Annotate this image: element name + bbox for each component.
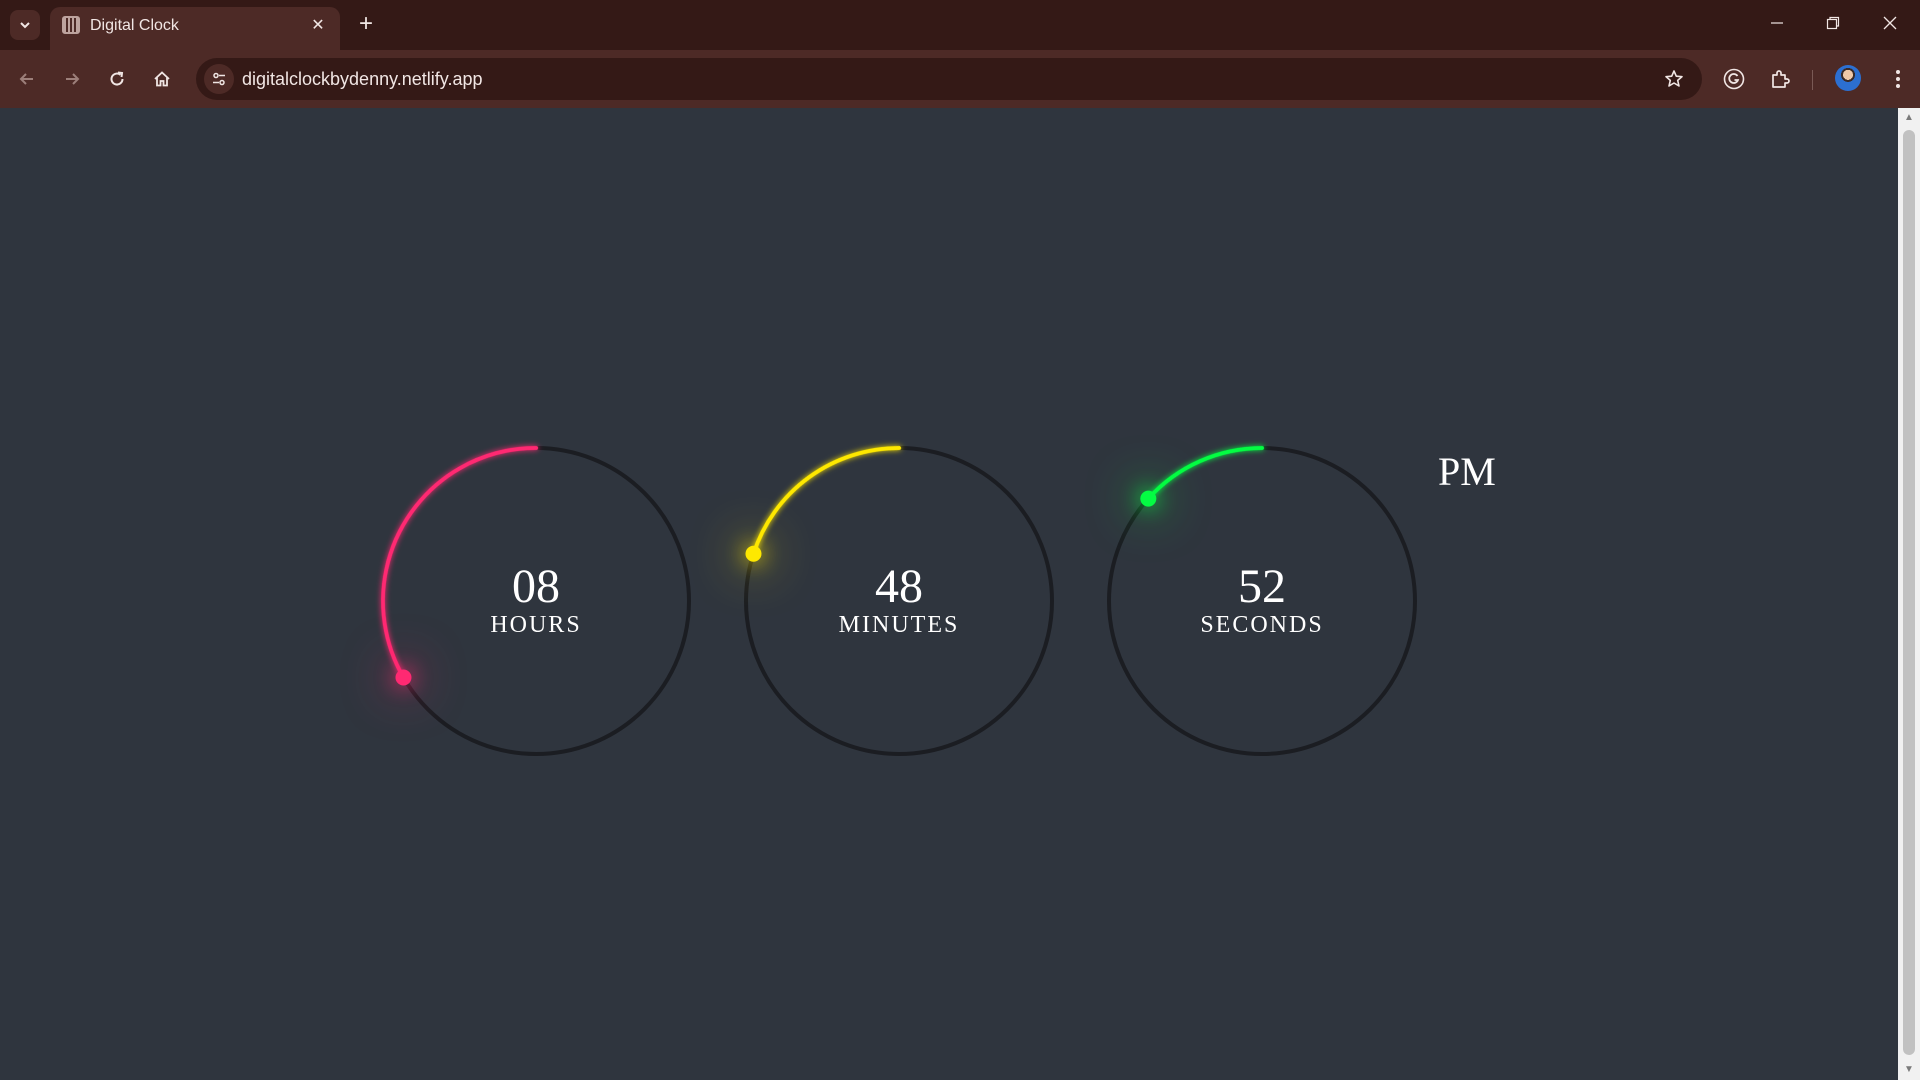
tab-search-button[interactable]: [10, 10, 40, 40]
scroll-thumb[interactable]: [1903, 130, 1915, 1055]
restore-button[interactable]: [1813, 8, 1853, 38]
grammarly-icon: [1723, 68, 1745, 90]
hours-label: HOURS: [490, 612, 582, 638]
profile-avatar[interactable]: [1835, 65, 1861, 91]
seconds-dial: 52 SECONDS: [1102, 441, 1422, 761]
ampm-indicator: PM: [1438, 449, 1496, 494]
seconds-value: 52: [1238, 560, 1286, 613]
hours-dial: 08 HOURS: [376, 441, 696, 761]
tab-digital-clock[interactable]: Digital Clock ✕: [50, 7, 340, 50]
more-vertical-icon: [1896, 70, 1900, 88]
scroll-down-arrow-icon[interactable]: ▼: [1903, 1064, 1915, 1076]
back-button[interactable]: [12, 64, 42, 94]
tab-strip: Digital Clock ✕ +: [0, 0, 1920, 50]
minutes-value: 48: [875, 560, 923, 613]
new-tab-button[interactable]: +: [352, 10, 380, 38]
favicon-icon: [62, 16, 80, 34]
puzzle-icon: [1772, 70, 1790, 88]
url-text[interactable]: digitalclockbydenny.netlify.app: [242, 69, 482, 90]
close-window-button[interactable]: [1870, 8, 1910, 38]
grammarly-extension-button[interactable]: [1719, 64, 1749, 94]
tab-title: Digital Clock: [90, 17, 179, 34]
close-icon[interactable]: ✕: [308, 16, 328, 36]
close-icon: [1883, 16, 1897, 30]
seconds-label: SECONDS: [1200, 612, 1324, 638]
hours-value: 08: [512, 560, 560, 613]
arrow-right-icon: [66, 73, 80, 85]
bookmark-button[interactable]: [1660, 65, 1688, 93]
chevron-down-icon: [20, 22, 30, 29]
minutes-label: MINUTES: [838, 612, 960, 638]
arrow-left-icon: [19, 73, 33, 85]
restore-icon: [1826, 16, 1840, 30]
vertical-scrollbar[interactable]: ▲ ▼: [1898, 108, 1920, 1080]
browser-toolbar: digitalclockbydenny.netlify.app: [0, 50, 1920, 108]
minimize-icon: [1771, 22, 1783, 24]
minutes-dial: 48 MINUTES: [739, 441, 1059, 761]
reload-icon: [110, 71, 124, 86]
home-icon: [154, 71, 170, 87]
reload-button[interactable]: [102, 64, 132, 94]
toolbar-divider: [1812, 70, 1813, 90]
extensions-button[interactable]: [1766, 64, 1796, 94]
star-icon: [1665, 70, 1683, 87]
address-bar[interactable]: digitalclockbydenny.netlify.app: [196, 58, 1702, 100]
tune-icon: [213, 72, 225, 86]
site-info-button[interactable]: [204, 64, 234, 94]
menu-button[interactable]: [1883, 64, 1913, 94]
forward-button[interactable]: [57, 64, 87, 94]
home-button[interactable]: [147, 64, 177, 94]
scroll-up-arrow-icon[interactable]: ▲: [1903, 112, 1915, 124]
minimize-button[interactable]: [1757, 8, 1797, 38]
